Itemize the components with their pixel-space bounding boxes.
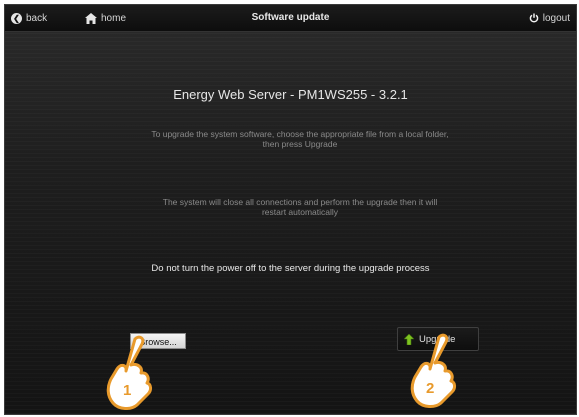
- back-arrow-icon: ❮: [11, 12, 22, 24]
- logout-label: logout: [542, 12, 570, 24]
- restart-line-2: restart automatically: [261, 207, 339, 217]
- back-button[interactable]: ❮ back: [11, 5, 47, 31]
- home-icon: [85, 12, 97, 24]
- step-2-label: 2: [426, 380, 434, 397]
- upgrade-instructions: To upgrade the system software, choose t…: [135, 129, 465, 149]
- restart-line-1: The system will close all connections an…: [162, 197, 438, 207]
- restart-notice: The system will close all connections an…: [135, 197, 465, 217]
- power-warning: Do not turn the power off to the server …: [151, 263, 430, 274]
- instruction-line-2: then press Upgrade: [262, 139, 338, 149]
- device-heading: Energy Web Server - PM1WS255 - 3.2.1: [173, 87, 408, 102]
- power-icon: [529, 13, 539, 23]
- app-screen: ❮ back home Software update logout Energ…: [4, 4, 577, 415]
- step-2-pointer-hand-icon: 2: [410, 333, 456, 408]
- top-bar: ❮ back home Software update logout: [5, 5, 576, 32]
- home-label: home: [101, 12, 127, 24]
- logout-button[interactable]: logout: [529, 5, 570, 31]
- back-label: back: [26, 12, 48, 24]
- step-1-pointer-hand-icon: 1: [106, 335, 152, 410]
- instruction-line-1: To upgrade the system software, choose t…: [151, 129, 449, 139]
- step-1-label: 1: [123, 382, 131, 399]
- home-button[interactable]: home: [85, 5, 126, 31]
